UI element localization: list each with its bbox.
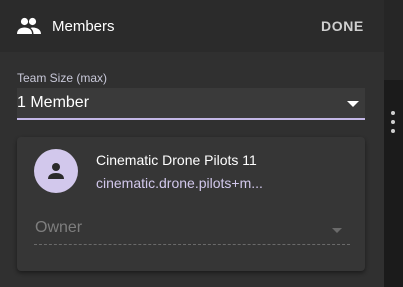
members-dialog-screen: Members DONE Team Size (max) 1 Member Ci… bbox=[0, 0, 403, 287]
member-name: Cinematic Drone Pilots 11 bbox=[96, 152, 257, 168]
toolbar: Members DONE bbox=[0, 0, 384, 52]
role-select[interactable]: Owner bbox=[34, 215, 350, 245]
people-icon bbox=[17, 17, 41, 34]
member-card: Cinematic Drone Pilots 11 cinematic.dron… bbox=[17, 137, 365, 271]
more-options-icon[interactable] bbox=[390, 111, 396, 133]
role-placeholder: Owner bbox=[35, 219, 83, 236]
members-panel: Members DONE Team Size (max) 1 Member Ci… bbox=[0, 0, 384, 287]
team-size-select[interactable]: Team Size (max) 1 Member bbox=[17, 68, 365, 120]
team-size-label: Team Size (max) bbox=[17, 71, 108, 85]
done-button[interactable]: DONE bbox=[321, 18, 364, 34]
team-size-field[interactable]: 1 Member bbox=[17, 88, 365, 120]
avatar bbox=[34, 149, 78, 193]
background-overlay bbox=[384, 0, 403, 287]
team-size-value: 1 Member bbox=[17, 94, 90, 111]
dropdown-arrow-icon bbox=[332, 228, 342, 233]
member-email: cinematic.drone.pilots+m... bbox=[96, 175, 263, 191]
dialog-title: Members bbox=[52, 18, 115, 35]
person-icon bbox=[48, 163, 64, 179]
dropdown-arrow-icon bbox=[347, 101, 359, 107]
